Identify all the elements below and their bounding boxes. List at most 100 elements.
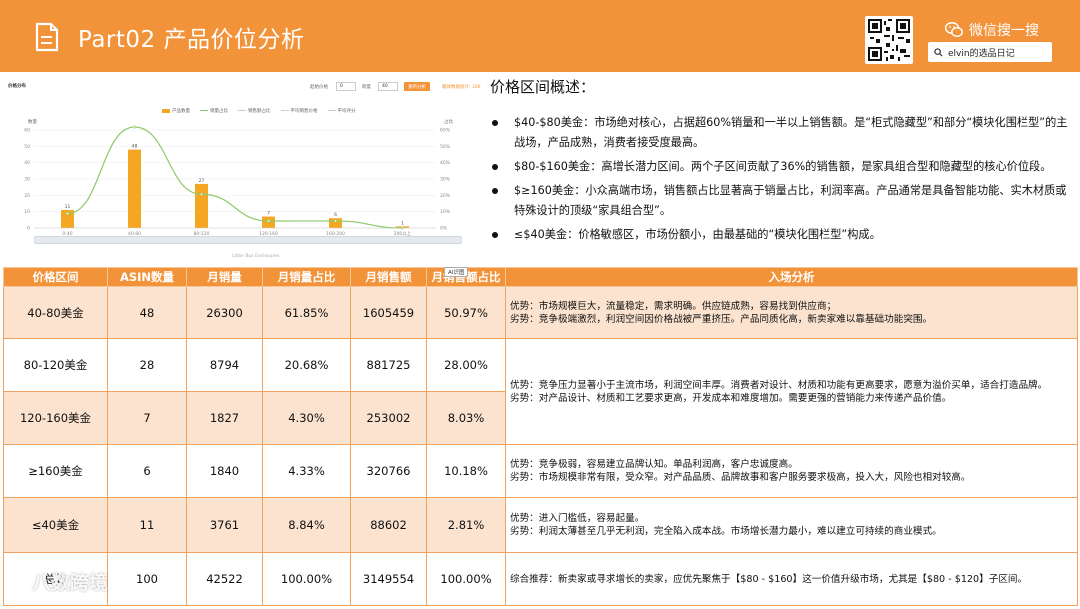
cell-revenue: 3149554 <box>350 552 427 606</box>
watermark-text: 八数跨境 <box>32 572 109 594</box>
qr-code-icon <box>865 16 913 64</box>
cell-analysis: 优势：竞争压力显著小于主流市场，利润空间丰厚。消费者对设计、材质和功能有更高要求… <box>505 338 1078 445</box>
header-bar: Part02 产品价位分析 微信搜一搜 elvin的选品日记 <box>0 0 1080 72</box>
cell-asin: 100 <box>107 552 187 606</box>
cell-asin: 48 <box>107 286 187 339</box>
search-icon <box>934 47 943 57</box>
bar <box>128 149 141 228</box>
price-distribution-chart: 60 60%50 50%40 40%30 30%20 20%10 10%0 0%110-404… <box>24 125 451 237</box>
table-row: 40-80美金 48 26300 61.85% 1605459 50.97% 优… <box>3 286 1078 339</box>
analysis-pro: 优势：进入门槛低，容易起量。 <box>510 513 645 524</box>
cell-units: 8794 <box>186 338 263 392</box>
search-input-value: elvin的选品日记 <box>948 48 1015 59</box>
cell-revenue-pct: 10.18% <box>426 444 506 498</box>
cell-range: 40-80美金 <box>3 286 108 339</box>
y-right-tick-label: 50% <box>440 144 451 150</box>
cell-units: 1827 <box>186 391 263 445</box>
analysis-con: 劣势：竞争极端激烈，利润空间因价格战被严重挤压。产品同质化高，新卖家难以靠基础功… <box>510 313 933 325</box>
cell-range: 120-160美金 <box>3 391 108 445</box>
cell-units-pct: 4.33% <box>262 444 351 498</box>
col-header-range: 价格区间 <box>3 267 108 287</box>
span-value: 40 <box>382 84 388 89</box>
y-left-tick-label: 0 <box>27 226 30 232</box>
cell-range: 80-120美金 <box>3 338 108 392</box>
cell-units-pct: 100.00% <box>262 552 351 606</box>
analysis-con: 劣势：市场规模非常有限，受众窄。对产品品质、品牌故事和客户服务要求极高，投入大，… <box>510 472 971 483</box>
y-right-tick-label: 20% <box>440 193 451 199</box>
brand-watermark: 八数跨境 <box>8 568 108 595</box>
analysis-pro: 优势：市场规模巨大，流量稳定，需求明确。供应链成熟，容易找到供应商； <box>510 300 837 312</box>
y-right-tick-label: 30% <box>440 177 451 183</box>
line-point <box>200 192 204 196</box>
chart-toolbar-title: 价格分布 <box>8 84 26 89</box>
overview-list: $40-$80美金：市场绝对核心，占据超60%销量和一半以上销售额。是“柜式隐藏… <box>490 113 1070 245</box>
reanalyze-button[interactable]: 重新分析 <box>404 82 430 91</box>
cell-units: 42522 <box>186 552 263 606</box>
y-left-tick-label: 10 <box>24 209 30 215</box>
legend-item-revenue[interactable]: 销售额占比 <box>238 108 271 114</box>
legend-item-bars[interactable]: 产品数量 <box>162 108 190 114</box>
legend-item-avg-price[interactable]: 平均销售价格 <box>280 108 318 114</box>
y-left-tick-label: 20 <box>24 193 30 199</box>
table-row-total: 总计 100 42522 100.00% 3149554 100.00% 综合推… <box>3 552 1078 606</box>
cell-revenue: 1605459 <box>350 286 427 339</box>
price-distribution-panel: 价格分布 起始价格 0 跨度 40 重新分析 箱体数据统计: 100 产品数量 … <box>4 76 481 264</box>
cell-asin: 6 <box>107 444 187 498</box>
search-input[interactable]: elvin的选品日记 <box>928 42 1052 62</box>
cell-revenue-pct: 50.97% <box>426 286 506 339</box>
chart-legend: 产品数量 销量占比 销售额占比 平均销售价格 平均评分 <box>162 108 356 114</box>
bar-value-label: 27 <box>199 178 205 184</box>
line-point <box>65 212 69 216</box>
col-header-analysis: 入场分析 <box>505 267 1078 287</box>
cell-analysis: 综合推荐：新卖家或寻求增长的卖家，应优先聚焦于【$80 - $160】这一价值升… <box>505 552 1078 606</box>
y-right-tick-label: 0% <box>440 226 448 232</box>
y-right-tick-label: 10% <box>440 209 451 215</box>
price-range-table: 价格区间 ASIN数量 月销量 月销量占比 月销售额 月销售额占比 入场分析 4… <box>3 267 1078 606</box>
chart-zoom-scrollbar[interactable] <box>34 236 462 244</box>
cell-units: 1840 <box>186 444 263 498</box>
y-left-tick-label: 50 <box>24 144 30 150</box>
legend-item-avg-rating[interactable]: 平均评分 <box>327 108 356 114</box>
y-left-tick-label: 40 <box>24 160 30 166</box>
ai-recognize-label: AI识图 <box>448 270 465 276</box>
table-header-row: 价格区间 ASIN数量 月销量 月销量占比 月销售额 月销售额占比 入场分析 <box>3 267 1078 287</box>
col-header-units: 月销量 <box>186 267 263 287</box>
bar-value-label: 6 <box>334 212 337 218</box>
start-price-value: 0 <box>340 84 343 89</box>
span-input[interactable]: 40 <box>378 82 398 91</box>
span-label: 跨度 <box>362 85 371 90</box>
cell-asin: 7 <box>107 391 187 445</box>
ai-recognize-tag[interactable]: AI识图 <box>444 267 469 277</box>
analysis-con: 劣势：利润太薄甚至几乎无利润，完全陷入成本战。市场增长潜力最小，难以建立可持续的… <box>510 526 942 537</box>
cell-range: ≥160美金 <box>3 444 108 498</box>
y-right-tick-label: 60% <box>440 128 451 134</box>
overview-bullet: ≤$40美金：价格敏感区，市场份额小，由最基础的“模块化围栏型”构成。 <box>490 225 1070 245</box>
cell-analysis: 优势：进入门槛低，容易起量。 劣势：利润太薄甚至几乎无利润，完全陷入成本战。市场… <box>505 497 1078 553</box>
line-point <box>133 125 137 129</box>
line-point <box>266 219 270 223</box>
legend-item-line[interactable]: 销量占比 <box>200 108 228 114</box>
sample-count-link[interactable]: 箱体数据统计: 100 <box>442 84 481 90</box>
cell-revenue: 320766 <box>350 444 427 498</box>
cell-units: 3761 <box>186 497 263 553</box>
analysis-con: 劣势：对产品设计、材质和工艺要求更高，开发成本和难度增加。需要更强的营销能力来传… <box>510 392 952 404</box>
overview-bullet: $≥160美金：小众高端市场，销售额占比显著高于销量占比，利润率高。产品通常是具… <box>490 181 1070 221</box>
analysis-summary: 综合推荐：新卖家或寻求增长的卖家，应优先聚焦于【$80 - $160】这一价值升… <box>510 573 1028 585</box>
col-header-revenue: 月销售额 <box>350 267 427 287</box>
overview-title: 价格区间概述： <box>490 78 596 96</box>
bar-value-label: 11 <box>65 204 71 210</box>
wechat-search-text: 微信搜一搜 <box>969 23 1039 39</box>
cell-revenue-pct: 100.00% <box>426 552 506 606</box>
cell-analysis: 优势：市场规模巨大，流量稳定，需求明确。供应链成熟，容易找到供应商； 劣势：竞争… <box>505 286 1078 339</box>
brand-logo-icon <box>9 573 27 587</box>
table-row: 80-120美金 28 8794 20.68% 881725 28.00% 优势… <box>3 338 1078 445</box>
overview-bullet: $80-$160美金：高增长潜力区间。两个子区间贡献了36%的销售额，是家具组合… <box>490 157 1070 177</box>
cell-revenue-pct: 2.81% <box>426 497 506 553</box>
cell-units-pct: 20.68% <box>262 338 351 392</box>
table-row: ≥160美金 6 1840 4.33% 320766 10.18% 优势：竞争极… <box>3 444 1078 498</box>
cell-range: ≤40美金 <box>3 497 108 553</box>
start-price-label: 起始价格 <box>310 85 328 90</box>
cell-asin: 28 <box>107 338 187 392</box>
start-price-input[interactable]: 0 <box>336 82 356 91</box>
col-header-asin: ASIN数量 <box>107 267 187 287</box>
